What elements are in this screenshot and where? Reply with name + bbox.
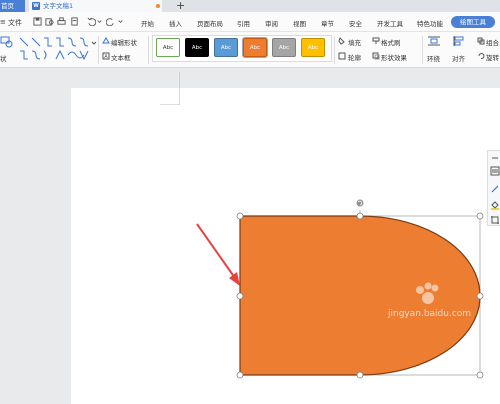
menu-review[interactable]: 审阅 (265, 18, 278, 28)
align-icon[interactable] (452, 35, 466, 47)
unsaved-dot-icon (156, 4, 160, 8)
export-pdf-icon[interactable] (70, 17, 79, 26)
divider (334, 36, 335, 64)
tab-document-label: 文字文稿1 (43, 2, 74, 10)
title-tab-bar: 首页 W 文字文稿1 + (0, 0, 500, 12)
fill-icon (338, 37, 345, 45)
shape-quick-panel (487, 150, 500, 226)
outline-button[interactable]: 轮廓 (348, 52, 361, 62)
menu-insert[interactable]: 插入 (169, 18, 182, 28)
margin-corner-mark (160, 72, 180, 105)
ribbon-toolbar: 状 编辑形状 A 文本框 填充 轮廓 格式刷 形状效果 环绕 对齐 组合 旋转 … (0, 32, 500, 68)
resize-handle-top-right[interactable] (476, 212, 484, 220)
watermark: jingyan.baidu.com (387, 282, 471, 319)
edit-shape-button[interactable]: 编辑形状 (111, 37, 137, 47)
group-icon (477, 37, 485, 45)
menu-security[interactable]: 安全 (349, 18, 362, 28)
layout-options-icon[interactable] (490, 166, 500, 176)
fill-bucket-icon[interactable] (490, 200, 500, 210)
fill-button[interactable]: 填充 (348, 37, 361, 47)
more-dropdown-icon[interactable] (116, 17, 125, 26)
shape-effects-icon (372, 52, 380, 60)
menu-developer[interactable]: 开发工具 (377, 18, 403, 28)
crop-icon[interactable] (490, 215, 500, 225)
shape-style-option[interactable]: Abc (185, 38, 209, 57)
wrap-button[interactable]: 环绕 (427, 53, 440, 63)
pen-icon[interactable] (490, 184, 500, 194)
resize-handle-bottom-right[interactable] (476, 371, 484, 379)
tab-document[interactable]: W 文字文稿1 (29, 0, 162, 12)
format-brush-icon (372, 37, 380, 44)
menu-features[interactable]: 特色功能 (417, 18, 443, 28)
shape-style-option[interactable]: Abc (156, 38, 180, 57)
print-icon[interactable] (57, 17, 66, 26)
divider (422, 36, 423, 64)
menu-section[interactable]: 章节 (321, 18, 334, 28)
menu-references[interactable]: 引用 (237, 18, 250, 28)
divider (98, 36, 99, 64)
menu-bar: ≡ 文件 开始 插入 页面布局 引用 审阅 视图 章节 安全 开发工具 特色功能… (0, 12, 500, 32)
shape-label[interactable]: 状 (0, 53, 7, 63)
resize-handle-bottom[interactable] (356, 371, 364, 379)
insert-shape-icon[interactable] (0, 36, 14, 48)
rotate-icon (478, 53, 485, 60)
menu-file[interactable]: 文件 (8, 18, 22, 28)
save-icon[interactable] (33, 17, 42, 26)
new-tab-button[interactable]: + (176, 0, 185, 12)
collapse-icon[interactable] (490, 153, 500, 163)
shape-effects-button[interactable]: 形状效果 (381, 52, 407, 62)
menu-page-layout[interactable]: 页面布局 (197, 18, 223, 28)
menu-view[interactable]: 视图 (293, 18, 306, 28)
connector-shapes-icon[interactable] (17, 35, 97, 63)
shape-style-option[interactable]: Abc (301, 38, 325, 57)
document-icon: W (32, 2, 40, 10)
selected-shape-group[interactable] (236, 130, 488, 380)
tab-home[interactable]: 首页 (0, 0, 25, 12)
svg-text:A: A (104, 54, 108, 60)
outline-icon (338, 52, 346, 60)
text-box-icon: A (102, 52, 110, 60)
text-box-button[interactable]: 文本框 (111, 52, 131, 62)
print-preview-icon[interactable] (45, 17, 54, 26)
menu-icon[interactable]: ≡ (0, 18, 6, 26)
redo-icon[interactable] (106, 17, 115, 26)
group-button[interactable]: 组合 (486, 37, 499, 47)
shape-style-option[interactable]: Abc (242, 37, 268, 58)
watermark-text: jingyan.baidu.com (387, 309, 471, 319)
shape-style-option[interactable]: Abc (272, 38, 296, 57)
annotation-arrow-icon (196, 223, 240, 286)
format-brush-button[interactable]: 格式刷 (381, 37, 401, 47)
undo-dropdown-icon[interactable] (95, 17, 104, 26)
divider (148, 36, 149, 64)
rotate-button[interactable]: 旋转 (486, 52, 499, 62)
menu-start[interactable]: 开始 (141, 18, 154, 28)
wrap-text-icon[interactable] (427, 35, 441, 47)
rotate-handle-icon[interactable] (355, 198, 365, 208)
watermark-paw-icon (416, 286, 424, 294)
menu-drawing-tools[interactable]: 绘图工具 (451, 16, 495, 28)
resize-handle-top[interactable] (356, 212, 364, 220)
align-button[interactable]: 对齐 (452, 53, 465, 63)
resize-handle-left[interactable] (236, 292, 244, 300)
shape-gallery[interactable] (17, 35, 97, 63)
shape-style-option[interactable]: Abc (214, 38, 238, 57)
edit-shape-icon (102, 37, 110, 44)
resize-handle-bottom-left[interactable] (236, 371, 244, 379)
